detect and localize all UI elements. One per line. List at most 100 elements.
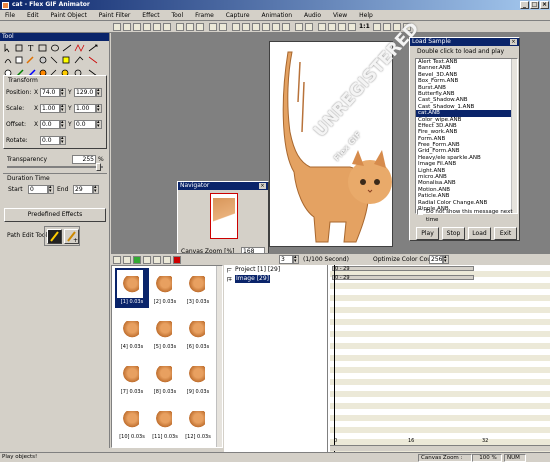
position-y-field[interactable]: 129.0 <box>74 88 96 97</box>
menu-edit[interactable]: Edit <box>22 10 44 21</box>
align-top-icon[interactable] <box>262 23 270 31</box>
path-add-icon[interactable]: + <box>64 229 79 244</box>
menu-paint-object[interactable]: Paint Object <box>46 10 92 21</box>
menu-help[interactable]: Help <box>354 10 378 21</box>
exit-button[interactable]: Exit <box>494 227 517 240</box>
add-frame-icon[interactable] <box>113 256 121 264</box>
rotate-field[interactable]: 0.0 <box>40 136 60 145</box>
scale-y-spinner[interactable] <box>96 103 102 113</box>
delete-frame-icon[interactable] <box>163 256 171 264</box>
ungroup-icon[interactable] <box>338 23 346 31</box>
image-node[interactable]: Image [29] <box>235 275 271 283</box>
position-x-field[interactable]: 74.0 <box>40 88 60 97</box>
frame-thumbnail[interactable]: [12] 0.03s <box>181 403 215 443</box>
tool-icons[interactable]: T <box>3 43 107 79</box>
frame-thumbnail[interactable]: [5] 0.03s <box>148 313 182 353</box>
dont-show-checkbox[interactable] <box>417 209 423 215</box>
frame-thumbnail[interactable]: [2] 0.03s <box>148 268 182 308</box>
position-x-spinner[interactable] <box>60 87 66 97</box>
close-button[interactable]: × <box>540 1 549 9</box>
minimize-button[interactable]: _ <box>520 1 529 9</box>
offset-y-spinner[interactable] <box>96 119 102 129</box>
save-icon[interactable] <box>143 23 151 31</box>
frame-thumbnail[interactable]: [6] 0.03s <box>181 313 215 353</box>
copy-icon[interactable] <box>186 23 194 31</box>
end-field[interactable]: 29 <box>73 185 93 194</box>
menu-effect[interactable]: Effect <box>137 10 164 21</box>
menu-paint-filter[interactable]: Paint Filter <box>94 10 136 21</box>
play-button[interactable]: Play <box>416 227 439 240</box>
scale-x-field[interactable]: 1.00 <box>40 104 60 113</box>
frame-thumbnail[interactable]: [10] 0.03s <box>115 403 149 443</box>
transparency-slider[interactable] <box>7 166 103 168</box>
first-frame-icon[interactable] <box>123 256 131 264</box>
frame-thumbnail[interactable]: [1] 0.03s <box>115 268 149 308</box>
scale-x-spinner[interactable] <box>60 103 66 113</box>
load-button[interactable]: Load <box>468 227 491 240</box>
frame-thumbnail[interactable]: [7] 0.03s <box>115 358 149 398</box>
sample-list[interactable]: Alert Text.ANB Banner.ANB Bevel_3D.ANB Box_… <box>415 58 518 214</box>
predefined-effects-button[interactable]: Predefined Effects <box>4 208 106 222</box>
menu-tool[interactable]: Tool <box>166 10 188 21</box>
paste-icon[interactable] <box>196 23 204 31</box>
new-icon[interactable] <box>123 23 131 31</box>
maximize-button[interactable]: □ <box>530 1 539 9</box>
next-frame-icon[interactable] <box>143 256 151 264</box>
record-icon[interactable] <box>318 23 326 31</box>
position-y-spinner[interactable] <box>96 87 102 97</box>
load-sample-close-icon[interactable]: × <box>510 39 517 45</box>
menu-audio[interactable]: Audio <box>299 10 326 21</box>
last-frame-icon[interactable] <box>153 256 161 264</box>
zoom-in-icon[interactable] <box>373 23 381 31</box>
frame-thumbnail[interactable]: [9] 0.03s <box>181 358 215 398</box>
menu-frame[interactable]: Frame <box>190 10 219 21</box>
menu-view[interactable]: View <box>328 10 352 21</box>
frames-panel[interactable]: [1] 0.03s [2] 0.03s [3] 0.03s [4] 0.03s [5] … <box>111 265 223 448</box>
offset-y-field[interactable]: 0.0 <box>74 120 96 129</box>
align-left-icon[interactable] <box>232 23 240 31</box>
optimize-color-field[interactable]: 256 <box>429 255 443 264</box>
canvas[interactable]: UNREGISTERED Flex GIF <box>269 19 423 247</box>
zoom-icon[interactable] <box>348 23 356 31</box>
stop-button[interactable]: Stop <box>442 227 465 240</box>
align-right-icon[interactable] <box>252 23 260 31</box>
expand-image-icon[interactable]: + <box>227 277 232 283</box>
image-bar[interactable]: 0 - 29 <box>332 275 474 281</box>
timeline-hscrollbar[interactable] <box>330 445 550 451</box>
bring-front-icon[interactable] <box>295 23 303 31</box>
playhead[interactable] <box>334 265 335 452</box>
start-field[interactable]: 0 <box>28 185 48 194</box>
start-spinner[interactable] <box>48 184 54 194</box>
transparency-slider-thumb[interactable] <box>96 163 101 171</box>
sample-list-scrollbar[interactable] <box>511 59 517 213</box>
undo-icon[interactable] <box>209 23 217 31</box>
frame-thumbnail[interactable]: [4] 0.03s <box>115 313 149 353</box>
stop-frames-icon[interactable] <box>173 256 181 264</box>
frame-thumbnail[interactable]: [3] 0.03s <box>181 268 215 308</box>
align-center-icon[interactable] <box>242 23 250 31</box>
frame-thumbnail[interactable]: [11] 0.03s <box>148 403 182 443</box>
speed-spinner[interactable] <box>293 254 299 264</box>
pointer-icon[interactable] <box>113 23 121 31</box>
zoom-out-icon[interactable] <box>383 23 391 31</box>
timeline-tracks[interactable]: 0 - 29 0 - 29 0 16 32 <box>330 265 550 452</box>
menu-file[interactable]: File <box>0 10 20 21</box>
cut-icon[interactable] <box>176 23 184 31</box>
scale-y-field[interactable]: 1.00 <box>74 104 96 113</box>
project-node[interactable]: Project [1] [29] <box>235 266 280 274</box>
transparency-field[interactable]: 255 <box>72 155 96 164</box>
offset-x-field[interactable]: 0.0 <box>40 120 60 129</box>
align-bottom-icon[interactable] <box>282 23 290 31</box>
frame-thumbnail[interactable]: [8] 0.03s <box>148 358 182 398</box>
align-middle-icon[interactable] <box>272 23 280 31</box>
navigator-close-icon[interactable]: × <box>259 183 266 189</box>
end-spinner[interactable] <box>93 184 99 194</box>
optimize-color-spinner[interactable] <box>443 254 449 264</box>
open-icon[interactable] <box>133 23 141 31</box>
speed-field[interactable]: 3 <box>279 255 293 264</box>
import-icon[interactable] <box>153 23 161 31</box>
path-pen-icon[interactable] <box>47 229 62 244</box>
offset-x-spinner[interactable] <box>60 119 66 129</box>
expand-project-icon[interactable]: – <box>227 268 232 274</box>
navigator-thumbnail[interactable] <box>210 193 238 239</box>
